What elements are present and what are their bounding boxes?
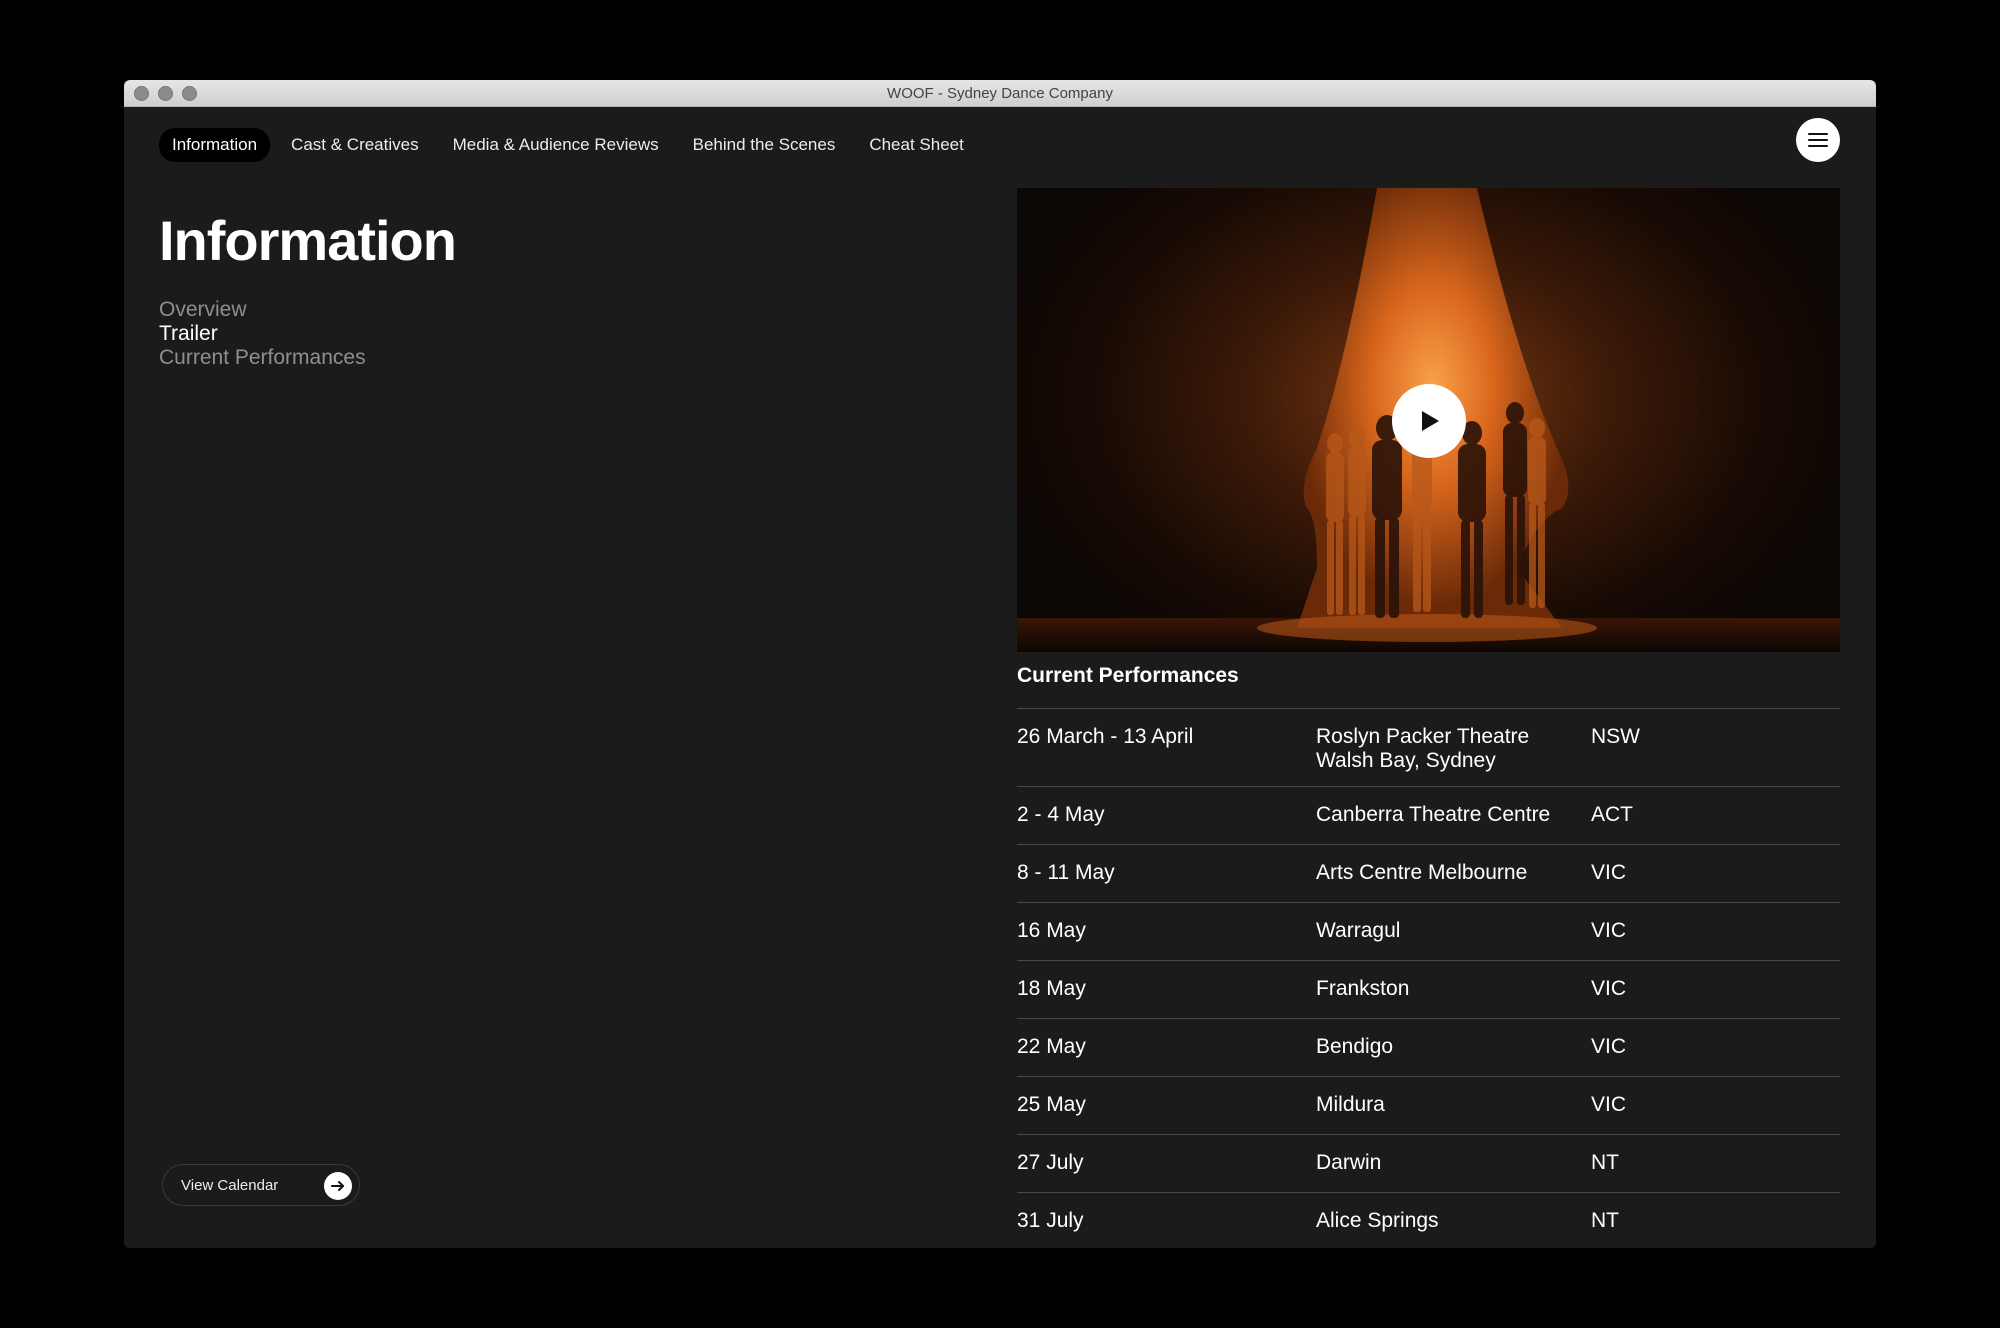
- table-row: 2 - 4 May Canberra Theatre Centre ACT: [1017, 786, 1840, 844]
- play-button[interactable]: [1392, 384, 1466, 458]
- table-row: 22 May Bendigo VIC: [1017, 1018, 1840, 1076]
- page-title: Information: [159, 209, 457, 272]
- window-title: WOOF - Sydney Dance Company: [887, 85, 1113, 102]
- nav-item-information[interactable]: Information: [159, 128, 271, 162]
- window-titlebar: WOOF - Sydney Dance Company: [124, 80, 1876, 107]
- performances-table: 26 March - 13 April Roslyn Packer Theatr…: [1017, 708, 1840, 1248]
- performance-venue: Arts Centre Melbourne: [1316, 861, 1528, 884]
- nav-item-cheat-sheet[interactable]: Cheat Sheet: [856, 128, 977, 162]
- performance-venue: Bendigo: [1316, 1035, 1394, 1058]
- performance-venue: Frankston: [1316, 977, 1410, 1000]
- performance-venue: Alice Springs: [1316, 1209, 1439, 1232]
- performance-state: NT: [1591, 1209, 1619, 1232]
- menu-button[interactable]: [1796, 118, 1840, 162]
- view-calendar-label: View Calendar: [181, 1177, 279, 1194]
- section-nav: Overview Trailer Current Performances: [159, 298, 366, 370]
- section-link-current-performances[interactable]: Current Performances: [159, 346, 366, 370]
- performance-venue: Roslyn Packer Theatre Walsh Bay, Sydney: [1316, 725, 1586, 773]
- performances-heading: Current Performances: [1017, 664, 1239, 687]
- trailer-video[interactable]: [1017, 188, 1840, 652]
- performance-state: NSW: [1591, 725, 1640, 748]
- nav-item-cast-creatives[interactable]: Cast & Creatives: [278, 128, 432, 162]
- nav-item-media-reviews[interactable]: Media & Audience Reviews: [440, 128, 672, 162]
- performance-dates: 22 May: [1017, 1035, 1086, 1058]
- venue-line: Walsh Bay, Sydney: [1316, 749, 1496, 772]
- performance-state: ACT: [1591, 803, 1633, 826]
- performance-state: NT: [1591, 1151, 1619, 1174]
- table-row: 8 - 11 May Arts Centre Melbourne VIC: [1017, 844, 1840, 902]
- performance-dates: 2 - 4 May: [1017, 803, 1105, 826]
- performance-dates: 26 March - 13 April: [1017, 725, 1194, 748]
- section-link-trailer[interactable]: Trailer: [159, 322, 366, 346]
- performance-state: VIC: [1591, 919, 1627, 942]
- table-row: 16 May Warragul VIC: [1017, 902, 1840, 960]
- table-row: 26 March - 13 April Roslyn Packer Theatr…: [1017, 708, 1840, 786]
- performance-state: VIC: [1591, 861, 1627, 884]
- performance-dates: 27 July: [1017, 1151, 1084, 1174]
- view-calendar-button[interactable]: View Calendar: [162, 1164, 360, 1206]
- section-link-overview[interactable]: Overview: [159, 298, 366, 322]
- table-row: 25 May Mildura VIC: [1017, 1076, 1840, 1134]
- performance-state: VIC: [1591, 1093, 1627, 1116]
- performance-dates: 31 July: [1017, 1209, 1084, 1232]
- hamburger-icon: [1808, 133, 1828, 135]
- nav-item-behind-the-scenes[interactable]: Behind the Scenes: [680, 128, 849, 162]
- performance-venue: Mildura: [1316, 1093, 1385, 1116]
- performance-venue: Darwin: [1316, 1151, 1382, 1174]
- performance-state: VIC: [1591, 977, 1627, 1000]
- performance-state: VIC: [1591, 1035, 1627, 1058]
- table-row: 18 May Frankston VIC: [1017, 960, 1840, 1018]
- performance-venue: Canberra Theatre Centre: [1316, 803, 1551, 826]
- arrow-right-icon: [324, 1172, 352, 1200]
- table-row: 27 July Darwin NT: [1017, 1134, 1840, 1192]
- performance-dates: 16 May: [1017, 919, 1086, 942]
- performance-dates: 8 - 11 May: [1017, 861, 1115, 884]
- performance-dates: 25 May: [1017, 1093, 1086, 1116]
- table-row: 31 July Alice Springs NT: [1017, 1192, 1840, 1248]
- browser-window: WOOF - Sydney Dance Company Information …: [124, 80, 1876, 1248]
- top-nav: Information Cast & Creatives Media & Aud…: [159, 128, 985, 162]
- performance-venue: Warragul: [1316, 919, 1401, 942]
- venue-line: Roslyn Packer Theatre: [1316, 725, 1530, 748]
- performance-dates: 18 May: [1017, 977, 1086, 1000]
